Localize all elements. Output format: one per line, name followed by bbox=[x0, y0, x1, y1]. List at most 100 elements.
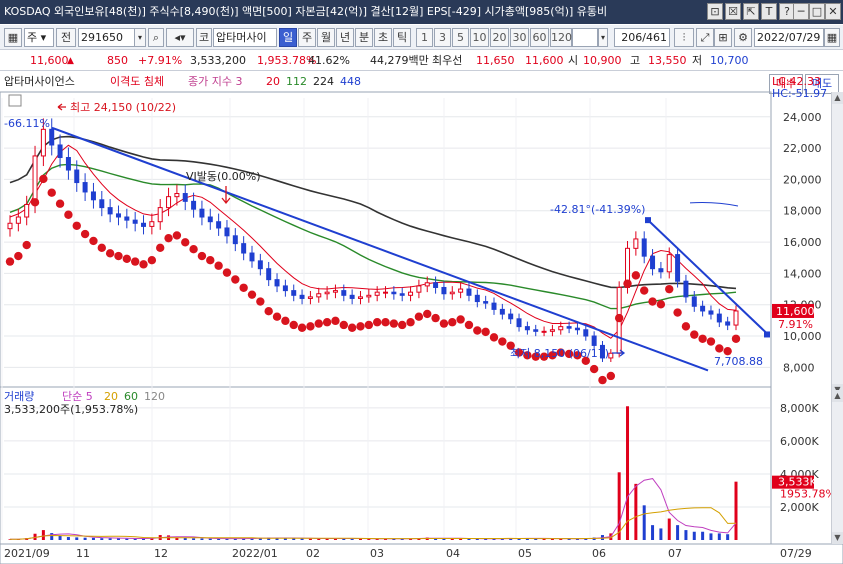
date-tick-label: 06 bbox=[592, 547, 606, 560]
candle-body bbox=[115, 213, 121, 218]
vertical-scrollbar[interactable]: ▲ ▼ ▲ ▼ bbox=[831, 92, 843, 544]
candle-body bbox=[708, 310, 714, 315]
disparity-marker bbox=[381, 318, 390, 327]
volume-legend-60: 60 bbox=[124, 390, 138, 403]
disparity-marker bbox=[272, 312, 282, 321]
price-tick-label: 8,000 bbox=[783, 361, 815, 374]
disparity-marker bbox=[498, 337, 507, 346]
disparity-marker bbox=[64, 210, 73, 219]
disparity-marker bbox=[172, 231, 182, 240]
candle-body bbox=[249, 252, 255, 262]
candle-body bbox=[324, 291, 330, 295]
candle-body bbox=[608, 352, 614, 359]
volume-bar bbox=[726, 534, 730, 540]
disparity-marker bbox=[439, 319, 449, 328]
disparity-marker bbox=[681, 322, 691, 331]
candle-body bbox=[291, 290, 297, 296]
candle-body bbox=[483, 301, 489, 304]
candle-body bbox=[141, 222, 147, 227]
chart-grid-icon bbox=[8, 94, 22, 107]
disparity-marker bbox=[656, 300, 666, 309]
scroll-up-icon-2[interactable]: ▲ bbox=[832, 390, 843, 402]
candle-body bbox=[7, 222, 13, 230]
candle-body bbox=[449, 291, 455, 295]
candle-body bbox=[307, 296, 313, 299]
date-tick-label: 12 bbox=[154, 547, 168, 560]
disparity-marker bbox=[589, 364, 599, 374]
candle-body bbox=[641, 238, 647, 257]
disparity-marker bbox=[665, 284, 674, 294]
disparity-marker bbox=[364, 320, 374, 330]
date-tick-label: 05 bbox=[518, 547, 532, 560]
disparity-marker bbox=[464, 320, 474, 330]
volume-bar bbox=[626, 406, 630, 540]
disparity-marker bbox=[356, 322, 365, 331]
trendline-long bbox=[51, 126, 709, 372]
date-tick-label: 11 bbox=[76, 547, 90, 560]
candle-body bbox=[182, 193, 188, 202]
candle-body bbox=[257, 260, 263, 270]
candle-body bbox=[49, 128, 55, 146]
disparity-marker bbox=[448, 318, 457, 327]
disparity-marker bbox=[130, 257, 140, 266]
scroll-up-icon[interactable]: ▲ bbox=[832, 92, 843, 104]
candle-body bbox=[149, 221, 155, 227]
candle-body bbox=[441, 286, 447, 295]
volume-bar bbox=[58, 535, 62, 540]
candle-body bbox=[691, 296, 697, 307]
volume-legend-ma: 단순 5 bbox=[62, 390, 93, 403]
candle-body bbox=[232, 235, 238, 245]
disparity-marker bbox=[72, 221, 81, 230]
candle-body bbox=[391, 291, 397, 295]
disparity-marker bbox=[372, 318, 382, 327]
volume-bar bbox=[692, 531, 696, 540]
volume-bar bbox=[208, 538, 212, 540]
disparity-marker bbox=[481, 327, 490, 337]
disparity-marker bbox=[606, 371, 616, 381]
volume-bar bbox=[100, 538, 104, 540]
disparity-marker bbox=[222, 268, 232, 277]
disparity-marker bbox=[214, 261, 223, 270]
disparity-marker bbox=[89, 236, 98, 246]
volume-bar bbox=[734, 481, 738, 540]
price-tick-label: 18,000 bbox=[783, 205, 822, 218]
disparity-marker bbox=[289, 320, 298, 330]
volume-legend-120: 120 bbox=[144, 390, 165, 403]
disparity-marker bbox=[297, 323, 307, 332]
candle-body bbox=[299, 294, 305, 299]
price-pane bbox=[0, 91, 772, 388]
disparity-marker bbox=[264, 307, 273, 316]
candle-body bbox=[458, 288, 464, 293]
trend-curve bbox=[689, 202, 739, 207]
volume-bar bbox=[217, 538, 221, 540]
disparity-marker bbox=[640, 286, 649, 295]
volume-bar bbox=[50, 533, 54, 540]
candle-body bbox=[583, 329, 589, 337]
stock-chart[interactable]: 8,00010,00012,00014,00016,00018,00020,00… bbox=[0, 0, 843, 564]
volume-bar bbox=[75, 537, 79, 540]
candle-body bbox=[524, 326, 530, 331]
candle-body bbox=[191, 200, 197, 210]
low-annotation: 최저 8,150 (06/17) bbox=[510, 347, 609, 360]
candle-body bbox=[82, 182, 88, 193]
current-volume-pct: 1953.78% bbox=[780, 488, 836, 501]
price-tick-label: 24,000 bbox=[783, 111, 822, 124]
disparity-marker bbox=[256, 297, 265, 306]
volume-bar bbox=[200, 538, 204, 540]
high-arrow bbox=[57, 103, 66, 111]
disparity-marker bbox=[389, 319, 399, 328]
trend-right-annotation: -42.81°(-41.39%) bbox=[550, 203, 645, 216]
disparity-marker bbox=[489, 333, 499, 342]
candle-body bbox=[341, 290, 347, 296]
volume-bar bbox=[125, 538, 129, 540]
volume-bar bbox=[41, 530, 45, 540]
disparity-marker bbox=[247, 290, 257, 299]
candle-body bbox=[499, 308, 505, 315]
candle-body bbox=[733, 310, 739, 326]
candle-body bbox=[157, 207, 163, 223]
volume-tick-label: 8,000K bbox=[780, 402, 819, 415]
disparity-marker bbox=[231, 275, 240, 284]
candle-body bbox=[566, 326, 572, 329]
disparity-marker bbox=[197, 251, 207, 261]
scroll-down-icon-2[interactable]: ▼ bbox=[832, 532, 843, 544]
